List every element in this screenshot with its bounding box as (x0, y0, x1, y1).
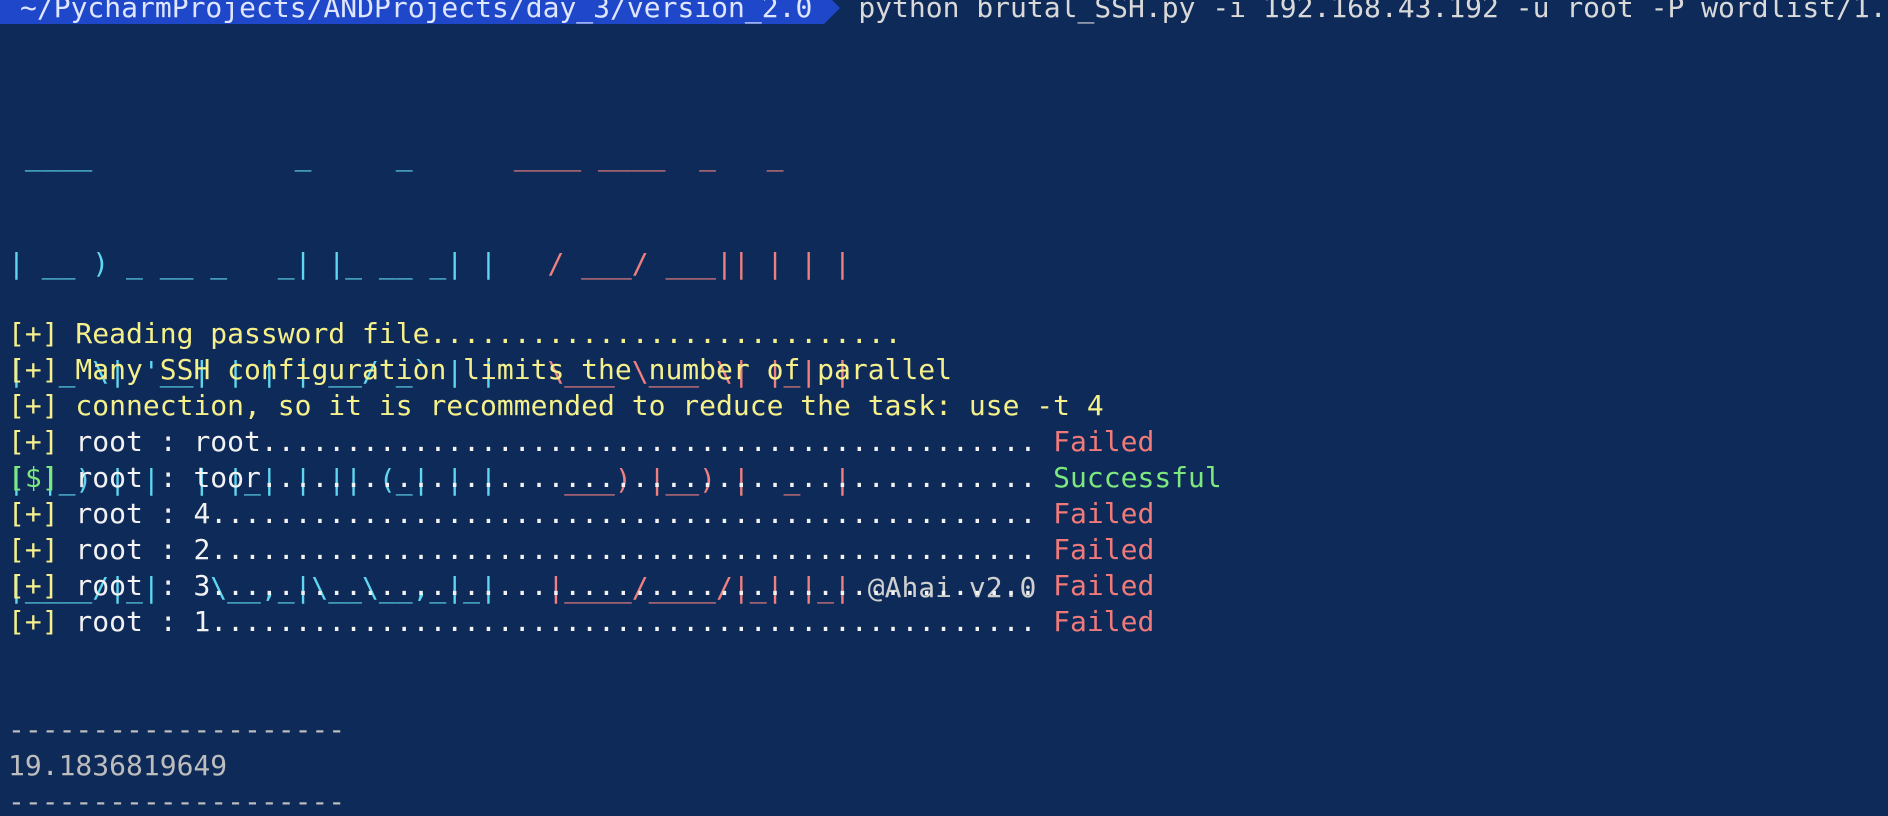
attempt-line: [+] root : root.........................… (8, 424, 1154, 460)
separator-bottom: -------------------- (8, 785, 346, 816)
attempt-text: root : root.............................… (58, 425, 1054, 458)
attempt-text: root : 2................................… (58, 533, 1054, 566)
banner-left-text: | __ ) _ __ _ _| |_ __ _| | (8, 247, 548, 280)
prompt-path: ~/PycharmProjects/ANDProjects/day_3/vers… (0, 0, 825, 24)
attempt-tag: [$] (8, 461, 59, 494)
attempt-line: [+] root : 3............................… (8, 568, 1154, 604)
attempt-tag: [+] (8, 497, 59, 530)
attempt-line: [+] root : 1............................… (8, 604, 1154, 640)
attempt-tag: [+] (8, 605, 59, 638)
attempt-text: root : 4................................… (58, 497, 1054, 530)
prompt-command: python brutal_SSH.py -i 192.168.43.192 -… (858, 0, 1888, 24)
attempt-text: root : 3................................… (58, 569, 1054, 602)
attempt-tag: [+] (8, 425, 59, 458)
attempt-tag: [+] (8, 533, 59, 566)
attempt-result: Failed (1053, 533, 1155, 566)
shell-prompt: ~/PycharmProjects/ANDProjects/day_3/vers… (0, 0, 1888, 24)
info-line: [+] Reading password file...............… (8, 316, 901, 352)
banner-row: ____ _ _ ____ ____ _ _ (8, 138, 1036, 174)
attempt-tag: [+] (8, 569, 59, 602)
prompt-arrow-icon (824, 0, 841, 24)
info-tag: [+] (8, 389, 59, 422)
attempt-result: Failed (1053, 425, 1155, 458)
attempt-result: Failed (1053, 605, 1155, 638)
attempt-result: Successful (1053, 461, 1222, 494)
banner-right-text: / ___/ ___|| | | | (547, 247, 851, 280)
elapsed-time: 19.1836819649 (8, 749, 228, 782)
banner-left-text: ____ _ _ (8, 139, 497, 172)
attempt-line: [$] root : toor.........................… (8, 460, 1222, 496)
info-line: [+] connection, so it is recommended to … (8, 388, 1104, 424)
info-text: Reading password file...................… (58, 317, 902, 350)
info-text: Many SSH configuration limits the number… (58, 353, 953, 386)
banner-right-text: ____ ____ _ _ (496, 139, 801, 172)
terminal-window[interactable]: ~/PycharmProjects/ANDProjects/day_3/vers… (0, 0, 1888, 816)
separator-top: -------------------- (8, 713, 346, 746)
info-line: [+] Many SSH configuration limits the nu… (8, 352, 952, 388)
attempt-line: [+] root : 4............................… (8, 496, 1154, 532)
attempt-line: [+] root : 2............................… (8, 532, 1154, 568)
attempt-result: Failed (1053, 497, 1155, 530)
banner-row: | __ ) _ __ _ _| |_ __ _| | / ___/ ___||… (8, 246, 1036, 282)
info-tag: [+] (8, 353, 59, 386)
info-tag: [+] (8, 317, 59, 350)
attempt-result: Failed (1053, 569, 1155, 602)
attempt-text: root : 1................................… (58, 605, 1054, 638)
info-text: connection, so it is recommended to redu… (58, 389, 1104, 422)
attempt-text: root : toor.............................… (58, 461, 1054, 494)
